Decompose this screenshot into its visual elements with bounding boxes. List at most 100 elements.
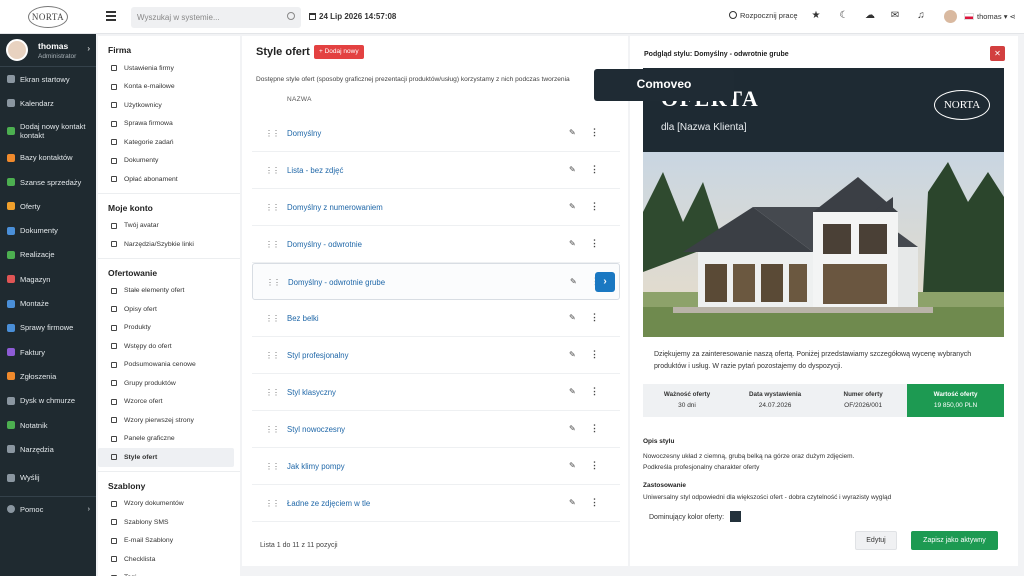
language-flag-icon[interactable] [964,13,974,20]
edit-icon[interactable]: ✎ [569,461,576,470]
sidebar-item[interactable]: Wyślij [0,465,96,489]
settings-menu-item[interactable]: Wzory dokumentów [98,495,234,514]
edit-icon[interactable]: ✎ [569,202,576,211]
sidebar-item[interactable]: Szanse sprzedaży [0,170,96,194]
edit-icon[interactable]: ✎ [569,239,576,248]
edit-icon[interactable]: ✎ [570,277,577,286]
settings-menu-item[interactable]: Tagi [98,569,234,576]
column-header-name[interactable]: NAZWA [287,96,312,103]
edit-icon[interactable]: ✎ [569,424,576,433]
sidebar-item-help[interactable]: Pomoc › [0,497,96,521]
sidebar-item[interactable]: Bazy kontaktów [0,146,96,170]
settings-menu-item[interactable]: Użytkownicy [98,96,234,115]
settings-menu-item[interactable]: Wzory pierwszej strony [98,411,234,430]
table-row[interactable]: ⋮⋮ Styl klasyczny ✎ ⋮ [252,374,620,411]
drag-handle-icon[interactable]: ⋮⋮ [265,129,280,138]
sidebar-item[interactable]: Realizacje [0,243,96,267]
company-logo[interactable]: NORTA [28,6,68,28]
more-options-icon[interactable]: ⋮ [590,312,599,323]
sidebar-item[interactable]: Montaże [0,291,96,315]
settings-menu-item[interactable]: Twój avatar [98,217,234,236]
style-name[interactable]: Lista - bez zdjęć [287,166,343,175]
more-options-icon[interactable]: ⋮ [590,386,599,397]
sidebar-user[interactable]: thomas Administrator › [0,34,96,67]
settings-menu-item[interactable]: Podsumowania cenowe [98,356,234,375]
search-icon[interactable] [287,12,295,20]
style-name[interactable]: Domyślny - odwrotnie [287,240,362,249]
style-name[interactable]: Styl klasyczny [287,388,336,397]
drag-handle-icon[interactable]: ⋮⋮ [265,314,280,323]
more-options-icon[interactable]: ⋮ [590,238,599,249]
avatar[interactable] [944,10,957,23]
sidebar-item[interactable]: Kalendarz [0,91,96,115]
settings-menu-item[interactable]: Style ofert [98,448,234,467]
settings-menu-item[interactable]: Wstępy do ofert [98,337,234,356]
settings-menu-item[interactable]: Konta e-mailowe [98,78,234,97]
sidebar-item[interactable]: Notatnik [0,413,96,437]
sidebar-item[interactable]: Faktury [0,340,96,364]
add-new-button[interactable]: + Dodaj nowy [314,45,364,59]
table-row[interactable]: ⋮⋮ Styl profesjonalny ✎ ⋮ [252,337,620,374]
drag-handle-icon[interactable]: ⋮⋮ [265,166,280,175]
drag-handle-icon[interactable]: ⋮⋮ [265,499,280,508]
settings-menu-item[interactable]: Opisy ofert [98,300,234,319]
settings-menu-item[interactable]: Kategorie zadań [98,133,234,152]
sidebar-item[interactable]: Zgłoszenia [0,364,96,388]
edit-icon[interactable]: ✎ [569,387,576,396]
drag-handle-icon[interactable]: ⋮⋮ [265,462,280,471]
style-name[interactable]: Domyślny z numerowaniem [287,203,383,212]
cloud-icon[interactable]: ☁ [864,10,876,22]
style-name[interactable]: Domyślny [287,129,321,138]
settings-menu-item[interactable]: E-mail Szablony [98,532,234,551]
comoveo-badge[interactable]: Comoveo [594,69,734,101]
more-options-icon[interactable]: ⋮ [590,164,599,175]
close-button[interactable]: ✕ [990,46,1005,61]
style-name[interactable]: Bez belki [287,314,319,323]
more-options-icon[interactable]: ⋮ [590,349,599,360]
mail-icon[interactable]: ✉ [889,10,901,22]
table-row[interactable]: ⋮⋮ Domyślny - odwrotnie ✎ ⋮ [252,226,620,263]
settings-menu-item[interactable]: Stałe elementy ofert [98,282,234,301]
edit-icon[interactable]: ✎ [569,350,576,359]
menu-toggle-icon[interactable] [106,11,116,21]
sidebar-item[interactable]: Dodaj nowy kontakt kontakt [0,116,96,146]
drag-handle-icon[interactable]: ⋮⋮ [265,203,280,212]
settings-menu-item[interactable]: Panele graficzne [98,430,234,449]
style-name[interactable]: Jak klimy pompy [287,462,345,471]
moon-icon[interactable]: ☾ [838,10,850,22]
sidebar-item[interactable]: Dysk w chmurze [0,389,96,413]
table-row[interactable]: ⋮⋮Domyślny - odwrotnie grube✎⋮› [252,263,620,300]
table-row[interactable]: ⋮⋮ Styl nowoczesny ✎ ⋮ [252,411,620,448]
settings-menu-item[interactable]: Narzędzia/Szybkie linki [98,235,234,254]
drag-handle-icon[interactable]: ⋮⋮ [265,351,280,360]
settings-menu-item[interactable]: Opłać abonament [98,170,234,189]
style-name[interactable]: Ładne ze zdjęciem w tle [287,499,370,508]
edit-icon[interactable]: ✎ [569,128,576,137]
preview-arrow-button[interactable]: › [595,272,615,292]
settings-menu-item[interactable]: Checklista [98,550,234,569]
edit-icon[interactable]: ✎ [569,498,576,507]
settings-menu-item[interactable]: Sprawa firmowa [98,115,234,134]
table-row[interactable]: ⋮⋮ Jak klimy pompy ✎ ⋮ [252,448,620,485]
settings-menu-item[interactable]: Szablony SMS [98,513,234,532]
settings-menu-item[interactable]: Produkty [98,319,234,338]
drag-handle-icon[interactable]: ⋮⋮ [265,388,280,397]
drag-handle-icon[interactable]: ⋮⋮ [265,240,280,249]
style-name[interactable]: Styl nowoczesny [287,425,345,434]
sidebar-item[interactable]: Oferty [0,194,96,218]
edit-icon[interactable]: ✎ [569,313,576,322]
start-work-button[interactable]: Rozpocznij pracę [729,11,798,20]
table-row[interactable]: ⋮⋮ Ładne ze zdjęciem w tle ✎ ⋮ [252,485,620,522]
user-menu[interactable]: thomas ▾ ⋖ [977,12,1016,21]
search-input[interactable]: Wyszukaj w systemie... [131,7,301,28]
edit-button[interactable]: Edytuj [855,531,897,550]
edit-icon[interactable]: ✎ [569,165,576,174]
settings-menu-item[interactable]: Wzorce ofert [98,393,234,412]
sidebar-item[interactable]: Sprawy firmowe [0,316,96,340]
style-name[interactable]: Styl profesjonalny [287,351,349,360]
save-active-button[interactable]: Zapisz jako aktywny [911,531,998,550]
style-name[interactable]: Domyślny - odwrotnie grube [288,278,385,287]
more-options-icon[interactable]: ⋮ [590,423,599,434]
drag-handle-icon[interactable]: ⋮⋮ [266,278,281,287]
sidebar-item[interactable]: Narzędzia [0,437,96,461]
